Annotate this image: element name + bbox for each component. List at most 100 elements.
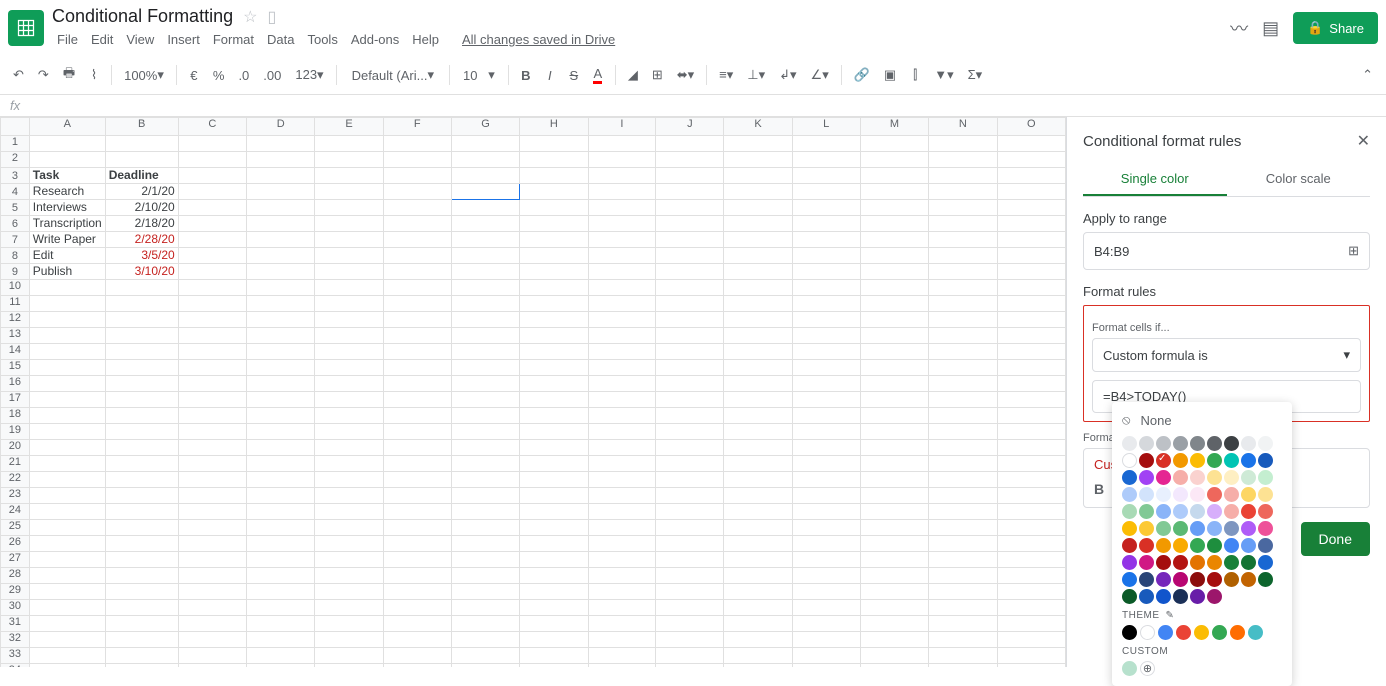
cell[interactable] (792, 216, 860, 232)
cell[interactable] (315, 152, 383, 168)
color-swatch[interactable] (1190, 521, 1205, 536)
cell[interactable] (315, 200, 383, 216)
condition-select[interactable]: Custom formula is ▾ (1092, 338, 1361, 372)
cell[interactable] (451, 344, 519, 360)
cell[interactable] (383, 408, 451, 424)
color-swatch[interactable] (1173, 538, 1188, 553)
color-swatch[interactable] (1241, 504, 1256, 519)
cell[interactable] (105, 488, 178, 504)
col-header[interactable]: D (247, 118, 315, 136)
cell[interactable] (383, 568, 451, 584)
cell[interactable] (656, 232, 724, 248)
cell[interactable] (105, 632, 178, 648)
cell[interactable] (178, 200, 246, 216)
cell[interactable] (588, 616, 656, 632)
color-swatch[interactable] (1207, 436, 1222, 451)
color-swatch[interactable] (1224, 555, 1239, 570)
cell[interactable] (29, 440, 105, 456)
cell[interactable] (792, 232, 860, 248)
cell[interactable] (315, 616, 383, 632)
menu-help[interactable]: Help (407, 29, 444, 50)
cell[interactable] (383, 360, 451, 376)
cell[interactable] (178, 248, 246, 264)
color-swatch[interactable] (1224, 538, 1239, 553)
row-header[interactable]: 3 (1, 168, 30, 184)
cell[interactable] (792, 568, 860, 584)
cell[interactable]: Deadline (105, 168, 178, 184)
color-swatch[interactable] (1173, 453, 1188, 468)
cell[interactable] (247, 168, 315, 184)
cell[interactable] (383, 152, 451, 168)
cell[interactable] (656, 344, 724, 360)
color-swatch[interactable] (1139, 436, 1154, 451)
cell[interactable] (178, 584, 246, 600)
row-header[interactable]: 2 (1, 152, 30, 168)
cell[interactable]: 3/10/20 (105, 264, 178, 280)
cell[interactable] (247, 520, 315, 536)
cell[interactable] (383, 440, 451, 456)
cell[interactable] (588, 440, 656, 456)
cell[interactable] (520, 488, 588, 504)
cell[interactable] (997, 184, 1065, 200)
cell[interactable] (247, 280, 315, 296)
cell[interactable] (724, 280, 792, 296)
cell[interactable]: Research (29, 184, 105, 200)
cell[interactable] (997, 264, 1065, 280)
cell[interactable] (997, 568, 1065, 584)
cell[interactable] (315, 600, 383, 616)
cell[interactable] (29, 376, 105, 392)
cell[interactable] (929, 200, 997, 216)
cell[interactable] (997, 248, 1065, 264)
currency-icon[interactable]: € (184, 64, 204, 87)
cell[interactable] (178, 488, 246, 504)
cell[interactable] (451, 360, 519, 376)
col-header[interactable]: O (997, 118, 1065, 136)
redo-icon[interactable]: ↷ (33, 63, 54, 87)
cell[interactable] (520, 408, 588, 424)
color-swatch[interactable] (1139, 521, 1154, 536)
cell[interactable] (860, 632, 928, 648)
cell[interactable] (383, 648, 451, 664)
cell[interactable] (860, 664, 928, 668)
cell[interactable] (520, 360, 588, 376)
cell[interactable] (105, 392, 178, 408)
collapse-toolbar-icon[interactable]: ⌃ (1357, 63, 1378, 87)
cell[interactable] (315, 504, 383, 520)
cell[interactable] (929, 472, 997, 488)
cell[interactable] (315, 344, 383, 360)
cell[interactable] (588, 632, 656, 648)
row-header[interactable]: 13 (1, 328, 30, 344)
cell[interactable] (451, 664, 519, 668)
theme-swatch[interactable] (1122, 625, 1137, 640)
color-swatch[interactable] (1190, 572, 1205, 587)
col-header[interactable]: M (860, 118, 928, 136)
merge-icon[interactable]: ⬌▾ (672, 63, 699, 87)
cell[interactable] (792, 296, 860, 312)
cell[interactable] (247, 488, 315, 504)
color-swatch[interactable] (1258, 555, 1273, 570)
cell[interactable] (588, 408, 656, 424)
cell[interactable] (792, 600, 860, 616)
col-header[interactable]: G (451, 118, 519, 136)
cell[interactable] (656, 312, 724, 328)
color-swatch[interactable] (1258, 436, 1273, 451)
cell[interactable] (29, 600, 105, 616)
cell[interactable] (588, 152, 656, 168)
color-swatch[interactable] (1173, 436, 1188, 451)
cell[interactable] (724, 424, 792, 440)
cell[interactable] (247, 184, 315, 200)
color-swatch[interactable] (1190, 538, 1205, 553)
row-header[interactable]: 28 (1, 568, 30, 584)
document-title[interactable]: Conditional Formatting (52, 6, 233, 27)
cell[interactable] (929, 232, 997, 248)
cell[interactable] (588, 600, 656, 616)
cell[interactable] (520, 184, 588, 200)
row-header[interactable]: 24 (1, 504, 30, 520)
cell[interactable] (929, 440, 997, 456)
cell[interactable] (520, 424, 588, 440)
cell[interactable] (997, 552, 1065, 568)
color-swatch[interactable] (1207, 453, 1222, 468)
row-header[interactable]: 1 (1, 136, 30, 152)
cell[interactable] (997, 296, 1065, 312)
cell[interactable] (451, 328, 519, 344)
